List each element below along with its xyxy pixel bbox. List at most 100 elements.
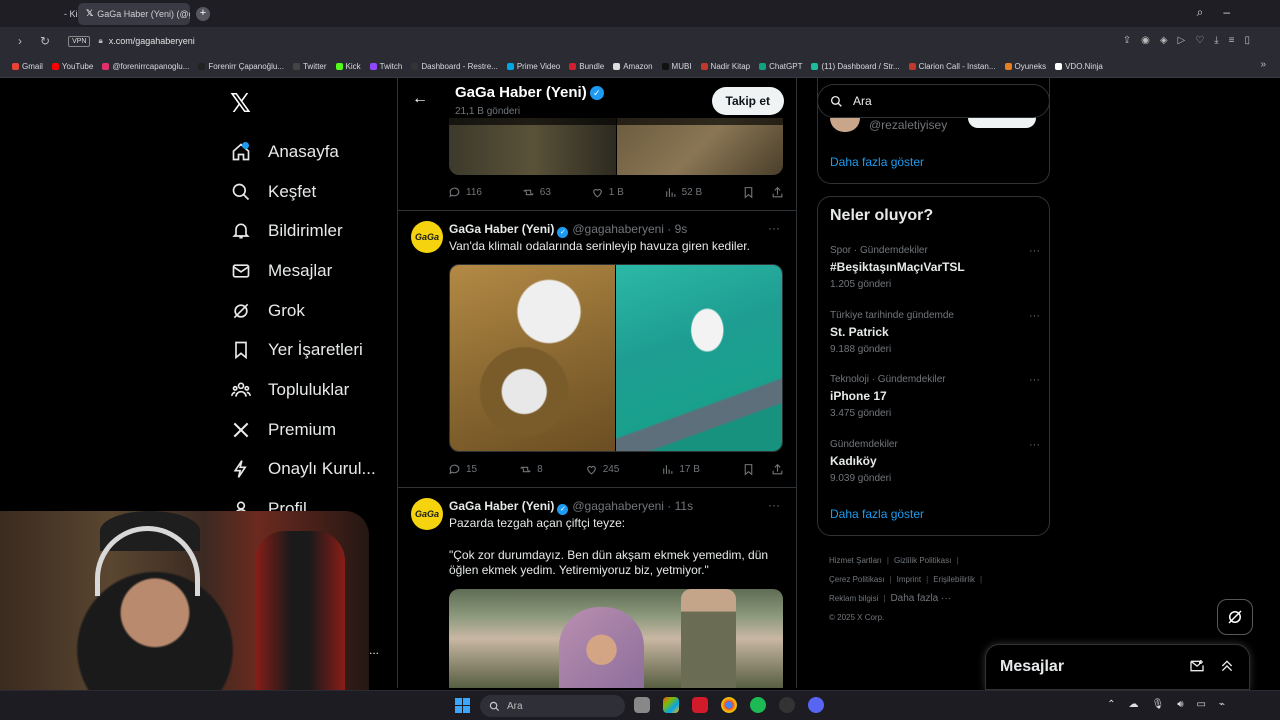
taskbar-search[interactable]: Ara bbox=[480, 695, 625, 717]
bookmark-button[interactable] bbox=[742, 186, 755, 199]
bookmark-item[interactable]: Amazon bbox=[613, 62, 653, 71]
share-icon[interactable]: ⇪ bbox=[1123, 35, 1131, 46]
like-button[interactable]: 1 B bbox=[591, 186, 624, 199]
bookmark-item[interactable]: YouTube bbox=[51, 62, 93, 71]
shield-icon[interactable]: ◈ bbox=[1160, 35, 1168, 46]
x-logo-icon[interactable]: 𝕏 bbox=[230, 88, 388, 118]
volume-icon[interactable]: 🔊︎ bbox=[1177, 699, 1183, 710]
bookmark-item[interactable]: VDO.Ninja bbox=[1055, 62, 1103, 71]
tweet-media[interactable] bbox=[449, 589, 783, 688]
more-dots-icon[interactable]: ... bbox=[369, 643, 379, 657]
more-options-icon[interactable]: ··· bbox=[768, 221, 780, 235]
more-options-icon[interactable]: ··· bbox=[1029, 310, 1040, 322]
windows-start-icon[interactable] bbox=[455, 698, 470, 713]
more-options-icon[interactable]: ··· bbox=[768, 498, 780, 512]
tab-kick-dashboard[interactable]: - Kick Dashboard bbox=[4, 3, 133, 25]
search-input[interactable]: Ara bbox=[817, 84, 1050, 118]
accessibility-link[interactable]: Erişilebilirlik bbox=[933, 575, 975, 584]
follow-button[interactable]: Takip et bbox=[711, 87, 784, 115]
bookmark-button[interactable] bbox=[742, 463, 755, 476]
reply-button[interactable]: 15 bbox=[448, 463, 477, 476]
user-handle[interactable]: @rezaletiyisey bbox=[869, 118, 947, 132]
reload-icon[interactable]: ↻ bbox=[40, 34, 50, 48]
network-icon[interactable]: ⌁ bbox=[1219, 699, 1225, 710]
bookmark-item[interactable]: ChatGPT bbox=[759, 62, 802, 71]
terms-link[interactable]: Hizmet Şartları bbox=[829, 556, 882, 565]
sidebar-icon[interactable]: ▯ bbox=[1244, 35, 1250, 46]
bookmark-item[interactable]: Prime Video bbox=[506, 62, 560, 71]
heart-icon[interactable]: ♡ bbox=[1195, 35, 1204, 46]
avatar[interactable] bbox=[830, 118, 860, 132]
discord-icon[interactable] bbox=[808, 697, 824, 713]
more-options-icon[interactable]: ··· bbox=[1029, 439, 1040, 451]
show-more-link[interactable]: Daha fazla göster bbox=[830, 155, 924, 169]
bookmark-item[interactable]: MUBI bbox=[661, 62, 692, 71]
avatar[interactable]: GaGa bbox=[411, 498, 443, 530]
bookmark-item[interactable]: Twitter bbox=[292, 62, 327, 71]
trend-item[interactable]: Spor · Gündemdekiler #BeşiktaşınMaçıVarT… bbox=[830, 245, 1040, 290]
tab-gaga-haber[interactable]: 𝕏GaGa Haber (Yeni) (@gag bbox=[78, 2, 190, 25]
nav-item-mail[interactable]: Mesajlar bbox=[228, 251, 388, 291]
more-options-icon[interactable]: ··· bbox=[1029, 374, 1040, 386]
bookmark-item[interactable]: (11) Dashboard / Str... bbox=[811, 62, 900, 71]
steam-icon[interactable] bbox=[779, 697, 795, 713]
repost-button[interactable]: 8 bbox=[519, 463, 543, 476]
nav-item-search[interactable]: Keşfet bbox=[228, 172, 388, 212]
bookmark-item[interactable]: Twitch bbox=[369, 62, 402, 71]
nav-item-communities[interactable]: Topluluklar bbox=[228, 370, 388, 410]
show-more-link[interactable]: Daha fazla göster bbox=[830, 507, 924, 521]
spotify-icon[interactable] bbox=[750, 697, 766, 713]
trend-item[interactable]: Gündemdekiler Kadıköy 9.039 gönderi ··· bbox=[830, 439, 1040, 484]
opera-icon[interactable] bbox=[692, 697, 708, 713]
bookmark-item[interactable]: @forenirrcapanoglu... bbox=[102, 62, 189, 71]
grok-floating-button[interactable] bbox=[1217, 599, 1253, 635]
forward-icon[interactable]: › bbox=[18, 34, 22, 48]
expand-up-icon[interactable] bbox=[1219, 658, 1235, 674]
trend-item[interactable]: Türkiye tarihinde gündemde St. Patrick 9… bbox=[830, 310, 1040, 355]
imprint-link[interactable]: Imprint bbox=[897, 575, 921, 584]
bookmark-item[interactable]: Dashboard - Restre... bbox=[411, 62, 498, 71]
nav-item-x[interactable]: Premium bbox=[228, 410, 388, 450]
privacy-link[interactable]: Gizlilik Politikası bbox=[894, 556, 951, 565]
reply-button[interactable]: 116 bbox=[448, 186, 482, 199]
more-link[interactable]: Daha fazla ··· bbox=[890, 593, 951, 604]
url-field[interactable]: x.com/gagahaberyeni bbox=[109, 36, 195, 46]
new-tab-button[interactable]: + bbox=[196, 6, 210, 21]
search-tabs-icon[interactable]: ⌕ bbox=[1197, 5, 1204, 20]
bookmark-item[interactable]: Gmail bbox=[12, 62, 43, 71]
tweet-author[interactable]: GaGa Haber (Yeni) ✓ @gagahaberyeni · 11s bbox=[449, 499, 693, 515]
download-icon[interactable]: ⤓ bbox=[1214, 35, 1218, 46]
bookmark-item[interactable]: Kick bbox=[335, 62, 361, 71]
bookmarks-overflow-icon[interactable]: » bbox=[1260, 59, 1266, 70]
share-button[interactable] bbox=[771, 186, 784, 199]
bookmark-item[interactable]: Bundle bbox=[569, 62, 604, 71]
views-button[interactable]: 17 B bbox=[661, 463, 700, 476]
trend-item[interactable]: Teknoloji · Gündemdekiler iPhone 17 3.47… bbox=[830, 374, 1040, 419]
lock-icon[interactable]: 🔒︎ bbox=[98, 36, 102, 46]
chrome-icon[interactable] bbox=[721, 697, 737, 713]
like-button[interactable]: 245 bbox=[585, 463, 619, 476]
tweet-author[interactable]: GaGa Haber (Yeni) ✓ @gagahaberyeni · 9s bbox=[449, 222, 687, 238]
tweet-media[interactable] bbox=[449, 264, 783, 452]
previous-tweet-media[interactable] bbox=[449, 118, 783, 175]
nav-item-grok[interactable]: Grok bbox=[228, 291, 388, 331]
microphone-icon[interactable]: 🎙︎ bbox=[1152, 699, 1165, 710]
task-view-icon[interactable] bbox=[634, 697, 650, 713]
play-icon[interactable]: ▷ bbox=[1178, 35, 1186, 46]
nav-item-home[interactable]: Anasayfa bbox=[228, 132, 388, 172]
cloud-icon[interactable]: ☁ bbox=[1129, 699, 1139, 710]
bookmark-item[interactable]: Clarion Call - Instan... bbox=[908, 62, 996, 71]
bookmark-item[interactable]: Oyuneks bbox=[1004, 62, 1046, 71]
bookmark-item[interactable]: Nadir Kitap bbox=[700, 62, 750, 71]
ad-info-link[interactable]: Reklam bilgisi bbox=[829, 594, 878, 603]
minimize-icon[interactable]: – bbox=[1223, 5, 1230, 20]
new-message-icon[interactable] bbox=[1189, 658, 1205, 674]
more-options-icon[interactable]: ··· bbox=[1029, 245, 1040, 257]
share-button[interactable] bbox=[771, 463, 784, 476]
nav-item-lightning[interactable]: Onaylı Kurul... bbox=[228, 450, 388, 490]
back-arrow-icon[interactable]: ← bbox=[412, 90, 428, 108]
messages-drawer[interactable]: Mesajlar bbox=[985, 644, 1250, 690]
screen-icon[interactable]: ▭ bbox=[1197, 699, 1206, 710]
vpn-badge[interactable]: VPN bbox=[68, 35, 91, 47]
nav-item-bell[interactable]: Bildirimler bbox=[228, 211, 388, 251]
